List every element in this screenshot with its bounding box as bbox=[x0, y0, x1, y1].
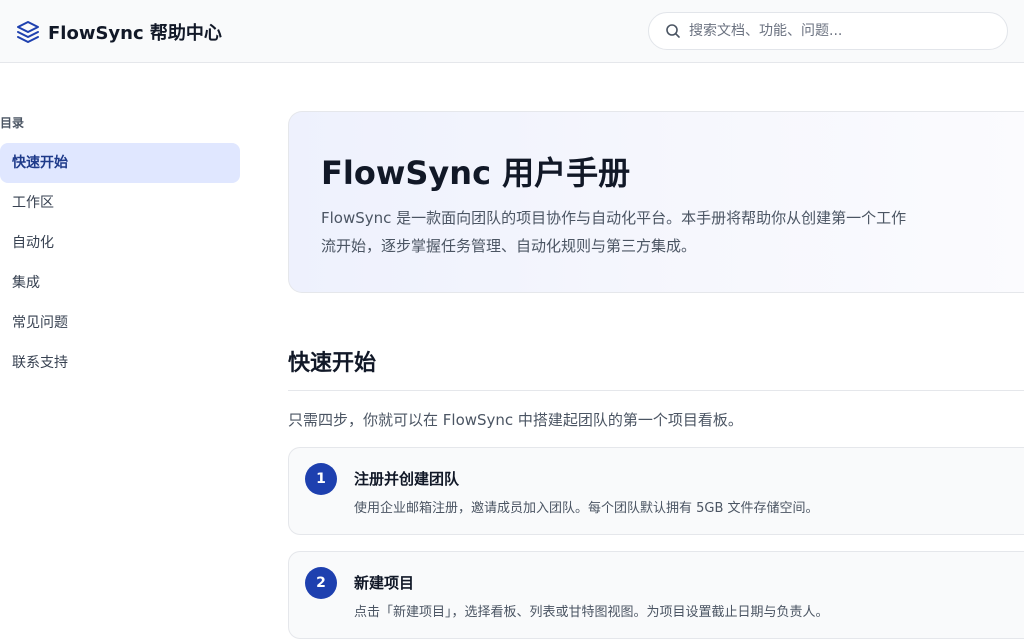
hero-card: FlowSync 用户手册 FlowSync 是一款面向团队的项目协作与自动化平… bbox=[288, 111, 1024, 293]
step-title: 新建项目 bbox=[354, 574, 415, 592]
step-number-badge: 1 bbox=[305, 463, 337, 495]
section-title: 快速开始 bbox=[288, 351, 377, 376]
step-number-badge: 2 bbox=[305, 567, 337, 599]
sidebar-item-quick-start[interactable]: 快速开始 bbox=[0, 143, 240, 183]
sidebar-item-automation[interactable]: 自动化 bbox=[0, 223, 240, 263]
section-intro: 只需四步，你就可以在 FlowSync 中搭建起团队的第一个项目看板。 bbox=[288, 411, 743, 429]
top-header: FlowSync 帮助中心 bbox=[0, 0, 1024, 63]
sidebar-item-workspace[interactable]: 工作区 bbox=[0, 183, 240, 223]
step-title: 注册并创建团队 bbox=[354, 470, 460, 488]
sidebar-item-faq[interactable]: 常见问题 bbox=[0, 303, 240, 343]
logo[interactable]: FlowSync 帮助中心 bbox=[16, 19, 222, 45]
search-box[interactable] bbox=[648, 12, 1008, 50]
sidebar-item-integrations[interactable]: 集成 bbox=[0, 263, 240, 303]
toc-title: 目录 bbox=[0, 116, 25, 130]
step-card: 1 注册并创建团队 使用企业邮箱注册，邀请成员加入团队。每个团队默认拥有 5GB… bbox=[288, 447, 1024, 535]
step-description: 使用企业邮箱注册，邀请成员加入团队。每个团队默认拥有 5GB 文件存储空间。 bbox=[354, 501, 819, 516]
search-icon bbox=[666, 24, 680, 38]
step-card: 2 新建项目 点击「新建项目」，选择看板、列表或甘特图视图。为项目设置截止日期与… bbox=[288, 551, 1024, 639]
page-title: FlowSync 用户手册 bbox=[321, 154, 631, 192]
step-description: 点击「新建项目」，选择看板、列表或甘特图视图。为项目设置截止日期与负责人。 bbox=[354, 605, 829, 620]
section-divider bbox=[288, 390, 1024, 391]
logo-text: FlowSync 帮助中心 bbox=[48, 23, 222, 44]
search-input[interactable] bbox=[689, 23, 989, 39]
layers-icon bbox=[17, 21, 39, 43]
sidebar-item-contact-support[interactable]: 联系支持 bbox=[0, 343, 240, 383]
sidebar-nav: 快速开始 工作区 自动化 集成 常见问题 联系支持 bbox=[0, 143, 240, 383]
hero-description: FlowSync 是一款面向团队的项目协作与自动化平台。本手册将帮助你从创建第一… bbox=[321, 209, 907, 255]
